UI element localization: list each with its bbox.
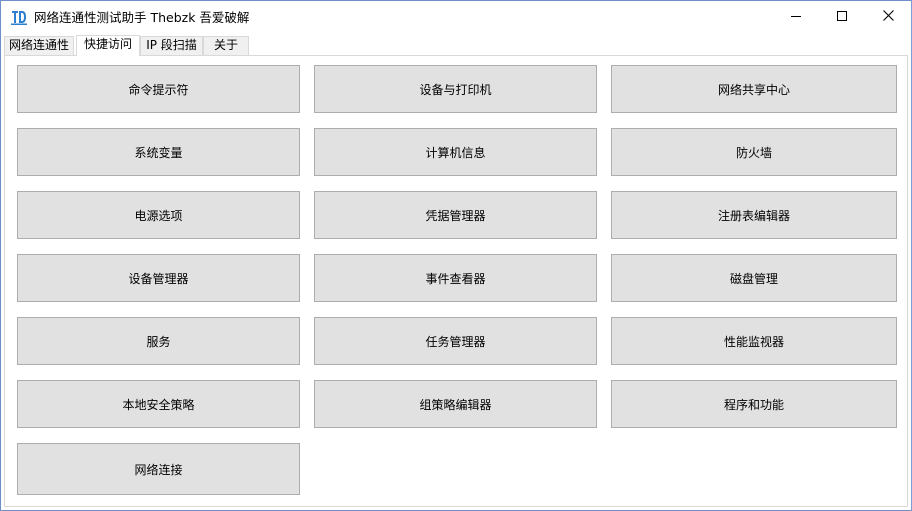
local-security-policy-button[interactable]: 本地安全策略 xyxy=(17,380,300,428)
performance-monitor-button[interactable]: 性能监视器 xyxy=(611,317,897,365)
network-connections-button[interactable]: 网络连接 xyxy=(17,443,300,495)
minimize-button[interactable] xyxy=(773,1,819,33)
close-button[interactable] xyxy=(865,1,911,33)
system-variables-button[interactable]: 系统变量 xyxy=(17,128,300,176)
group-policy-editor-button[interactable]: 组策略编辑器 xyxy=(314,380,597,428)
maximize-icon xyxy=(837,10,847,24)
app-logo-icon xyxy=(10,8,28,26)
title-bar[interactable]: 网络连通性测试助手 Thebzk 吾爱破解 xyxy=(1,1,911,33)
credential-manager-button[interactable]: 凭据管理器 xyxy=(314,191,597,239)
firewall-button[interactable]: 防火墙 xyxy=(611,128,897,176)
computer-info-button[interactable]: 计算机信息 xyxy=(314,128,597,176)
disk-management-button[interactable]: 磁盘管理 xyxy=(611,254,897,302)
close-icon xyxy=(882,10,894,24)
maximize-button[interactable] xyxy=(819,1,865,33)
network-sharing-center-button[interactable]: 网络共享中心 xyxy=(611,65,897,113)
registry-editor-button[interactable]: 注册表编辑器 xyxy=(611,191,897,239)
task-manager-button[interactable]: 任务管理器 xyxy=(314,317,597,365)
programs-features-button[interactable]: 程序和功能 xyxy=(611,380,897,428)
services-button[interactable]: 服务 xyxy=(17,317,300,365)
tab-network-connectivity[interactable]: 网络连通性 xyxy=(4,36,74,55)
tab-bar: 网络连通性 快捷访问 IP 段扫描 关于 xyxy=(4,35,908,56)
window-title: 网络连通性测试助手 Thebzk 吾爱破解 xyxy=(34,10,250,25)
event-viewer-button[interactable]: 事件查看器 xyxy=(314,254,597,302)
power-options-button[interactable]: 电源选项 xyxy=(17,191,300,239)
minimize-icon xyxy=(791,10,801,24)
tab-quick-access[interactable]: 快捷访问 xyxy=(76,35,140,56)
tab-ip-scan[interactable]: IP 段扫描 xyxy=(140,36,203,55)
devices-printers-button[interactable]: 设备与打印机 xyxy=(314,65,597,113)
tab-about[interactable]: 关于 xyxy=(203,36,249,55)
quick-access-panel: 命令提示符 设备与打印机 网络共享中心 系统变量 计算机信息 防火墙 电源选项 … xyxy=(4,55,908,507)
device-manager-button[interactable]: 设备管理器 xyxy=(17,254,300,302)
app-window: 网络连通性测试助手 Thebzk 吾爱破解 网络连通性 快捷访问 IP 段扫描 … xyxy=(0,0,912,511)
cmd-prompt-button[interactable]: 命令提示符 xyxy=(17,65,300,113)
